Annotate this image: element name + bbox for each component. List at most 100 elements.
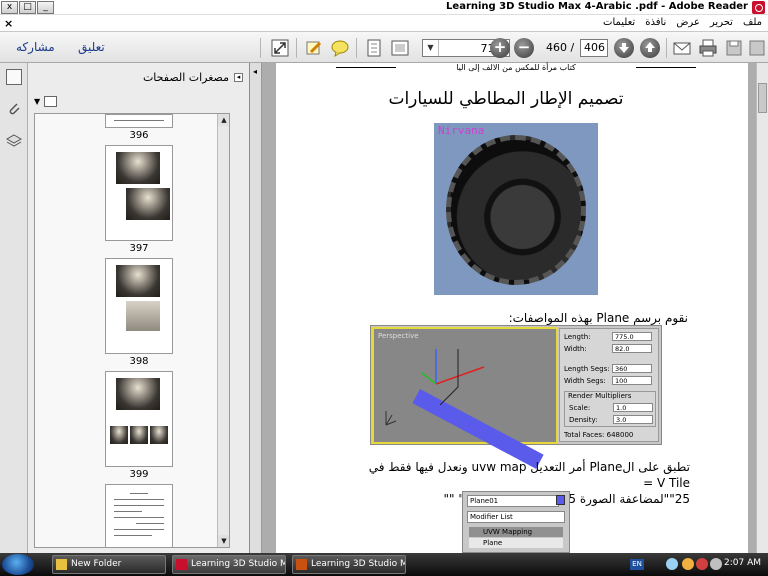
- chevron-down-icon[interactable]: ▼: [423, 40, 439, 56]
- perspective-viewport: Perspective: [372, 327, 558, 469]
- render-multipliers-group: Render Multipliers Scale: 1.0 Density: 3…: [564, 391, 656, 427]
- options-chevron-icon[interactable]: ▼: [34, 97, 40, 106]
- param-label: Width:: [564, 345, 587, 353]
- taskbar: New Folder Learning 3D Studio Ma... Lear…: [0, 553, 768, 576]
- expand-icon[interactable]: [270, 38, 290, 58]
- menu-file[interactable]: ملف: [743, 17, 762, 28]
- thumbnail-list[interactable]: 396 397 398 399 ▲ ▼: [34, 113, 230, 548]
- sticky-note-icon[interactable]: [330, 38, 350, 58]
- page-heading: تصميم الإطار المطاطي للسيارات: [388, 89, 624, 109]
- scale-input: 1.0: [613, 403, 653, 412]
- modifier-plane: Plane: [469, 538, 563, 548]
- language-indicator[interactable]: EN: [630, 559, 644, 570]
- window-controls: x □ _: [1, 1, 54, 14]
- menu-bar: × ملف تحرير عرض نافذة تعليمات: [0, 16, 768, 31]
- menu-help[interactable]: تعليمات: [603, 17, 635, 28]
- page-number-input[interactable]: 406: [580, 39, 608, 57]
- page-thumbnails-panel: ◂ مصغرات الصفحات ▼ 396 397 398 399 ▲ ▼: [28, 63, 250, 553]
- object-name-field: Plane01: [467, 495, 559, 507]
- object-color-swatch: [556, 495, 565, 505]
- task-label: Learning 3D Studio Ma...: [311, 559, 405, 569]
- fit-page-icon[interactable]: [364, 38, 384, 58]
- thumbnail-label: 396: [129, 130, 149, 141]
- thumbnail-page[interactable]: [105, 484, 173, 547]
- thumbnail-page[interactable]: [105, 145, 173, 241]
- length-segs-input: 360: [612, 364, 652, 373]
- tire-image: Nirvana: [434, 123, 598, 295]
- page-header: كتاب مرأة للمكس من الالف إلى اليا: [396, 63, 636, 72]
- collapse-panel-button[interactable]: ◂: [234, 73, 243, 82]
- minimize-window-button[interactable]: _: [37, 1, 54, 14]
- paragraph-line: تطبق على الPlane أمر التعديل uvw map ونع…: [368, 460, 690, 490]
- tire-watermark: Nirvana: [438, 124, 485, 137]
- render-multipliers-label: Render Multipliers: [568, 392, 632, 400]
- email-icon[interactable]: [672, 38, 692, 58]
- highlight-icon[interactable]: [304, 38, 324, 58]
- pages-icon[interactable]: [6, 69, 22, 85]
- 3dsmax-screenshot: Perspective Length: 775.0 Width: 82.0 Le…: [370, 325, 662, 469]
- param-label: Width Segs:: [564, 377, 606, 385]
- param-label: Scale:: [569, 404, 591, 412]
- task-adobe-reader[interactable]: Learning 3D Studio Ma...: [172, 555, 286, 574]
- previous-page-button[interactable]: [640, 38, 660, 58]
- tray-volume-icon[interactable]: [710, 558, 722, 570]
- document-icon: [296, 559, 307, 570]
- thumbnail-scrollbar[interactable]: ▲ ▼: [217, 114, 229, 547]
- thumbnail-label: 399: [129, 469, 149, 480]
- paperclip-icon[interactable]: [6, 101, 22, 117]
- tray-alert-icon[interactable]: [696, 558, 708, 570]
- tray-security-icon[interactable]: [682, 558, 694, 570]
- task-new-folder[interactable]: New Folder: [52, 555, 166, 574]
- layers-icon[interactable]: [5, 133, 23, 149]
- next-page-button[interactable]: [614, 38, 634, 58]
- window-title: Learning 3D Studio Max 4-Arabic .pdf - A…: [446, 1, 748, 12]
- start-button-icon[interactable]: [2, 554, 34, 575]
- close-document-icon[interactable]: ×: [4, 17, 13, 30]
- document-scrollbar[interactable]: [756, 63, 768, 553]
- adobe-pdf-icon: [752, 1, 765, 14]
- modifier-list-field: Modifier List: [467, 511, 565, 523]
- comment-button[interactable]: تعليق: [78, 40, 105, 54]
- menu-items: ملف تحرير عرض نافذة تعليمات: [603, 17, 762, 28]
- share-button[interactable]: مشاركه: [16, 40, 55, 54]
- print-icon[interactable]: [698, 38, 718, 58]
- task-learning-doc[interactable]: Learning 3D Studio Ma...: [292, 555, 406, 574]
- modifier-uvw-mapping: UVW Mapping: [469, 527, 563, 537]
- panel-splitter[interactable]: ◂: [250, 63, 262, 553]
- navigation-toolbar: [0, 63, 28, 553]
- menu-edit[interactable]: تحرير: [710, 17, 733, 28]
- fit-width-icon[interactable]: [390, 38, 410, 58]
- toolbar-separator: [666, 38, 667, 58]
- toolbar-separator: [356, 38, 357, 58]
- folder-icon: [56, 559, 67, 570]
- save-icon[interactable]: [724, 38, 744, 58]
- width-segs-input: 100: [612, 376, 652, 385]
- width-input: 82.0: [612, 344, 652, 353]
- scroll-down-icon[interactable]: ▼: [218, 535, 229, 547]
- param-label: Length Segs:: [564, 365, 610, 373]
- thumbnail-options-icon[interactable]: [44, 96, 57, 107]
- zoom-in-button[interactable]: +: [490, 38, 510, 58]
- title-bar: x □ _ Learning 3D Studio Max 4-Arabic .p…: [0, 0, 768, 15]
- clock: 2:07 AM: [724, 558, 761, 568]
- document-page: كتاب مرأة للمكس من الالف إلى اليا تصميم …: [276, 63, 748, 553]
- length-input: 775.0: [612, 332, 652, 341]
- tray-network-icon[interactable]: [666, 558, 678, 570]
- maximize-window-button[interactable]: □: [19, 1, 36, 14]
- thumbnail-page[interactable]: [105, 114, 173, 128]
- scroll-up-icon[interactable]: ▲: [218, 114, 229, 126]
- param-label: Length:: [564, 333, 591, 341]
- menu-window[interactable]: نافذة: [645, 17, 666, 28]
- thumbnail-page[interactable]: [105, 258, 173, 354]
- close-window-button[interactable]: x: [1, 1, 18, 14]
- scroll-thumb[interactable]: [758, 83, 767, 113]
- total-faces: Total Faces: 648000: [564, 431, 634, 439]
- zoom-out-button[interactable]: −: [514, 38, 534, 58]
- menu-view[interactable]: عرض: [676, 17, 700, 28]
- page-total: 460 /: [546, 41, 575, 54]
- task-label: Learning 3D Studio Ma...: [191, 559, 285, 569]
- save-copy-icon[interactable]: [748, 38, 768, 58]
- thumbnail-page[interactable]: [105, 371, 173, 467]
- pdf-icon: [176, 559, 187, 570]
- splitter-arrow-icon[interactable]: ◂: [253, 67, 257, 76]
